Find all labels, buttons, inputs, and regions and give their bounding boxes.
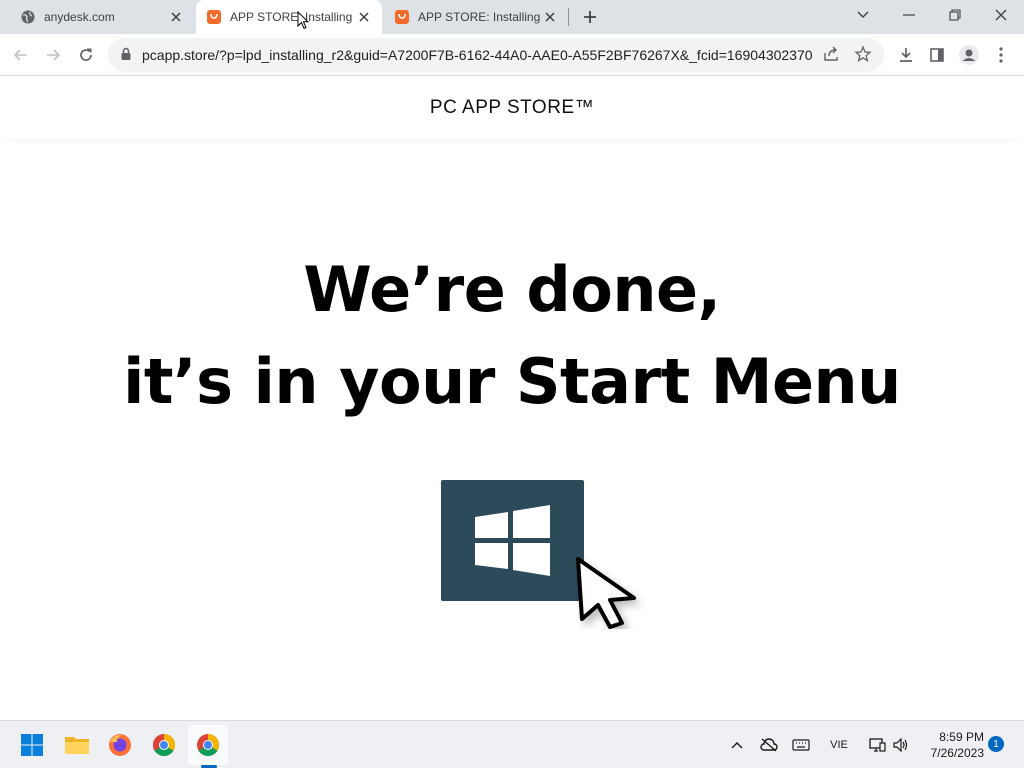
speaker-icon bbox=[893, 738, 908, 752]
close-window-button[interactable] bbox=[978, 0, 1024, 30]
tab-app-store-active[interactable]: APP STORE: Installing bbox=[196, 0, 382, 34]
show-hidden-icons-button[interactable] bbox=[726, 721, 748, 769]
start-button[interactable] bbox=[12, 725, 52, 765]
tab-separator bbox=[568, 8, 569, 26]
url-text[interactable]: pcapp.store/?p=lpd_installing_r2&guid=A7… bbox=[142, 38, 812, 72]
chrome-icon bbox=[153, 734, 175, 756]
shopping-bag-icon bbox=[206, 9, 222, 25]
mouse-pointer-icon bbox=[576, 557, 636, 629]
side-panel-button[interactable] bbox=[922, 40, 952, 70]
headline-line-2: it’s in your Start Menu bbox=[123, 345, 901, 418]
menu-kebab-icon[interactable] bbox=[986, 40, 1016, 70]
globe-icon bbox=[20, 9, 36, 25]
new-tab-button[interactable] bbox=[578, 5, 602, 29]
volume-button[interactable] bbox=[890, 721, 912, 769]
notification-badge[interactable]: 1 bbox=[988, 736, 1004, 752]
bookmark-star-icon[interactable] bbox=[854, 45, 872, 68]
tab-title: APP STORE: Installing bbox=[418, 10, 541, 24]
firefox-icon bbox=[109, 734, 131, 756]
tab-strip: anydesk.com APP STORE: Installing APP ST… bbox=[0, 0, 1024, 34]
close-icon[interactable] bbox=[356, 9, 372, 25]
language-indicator[interactable]: VIE bbox=[824, 721, 854, 769]
network-button[interactable] bbox=[864, 721, 890, 769]
site-title: PC APP STORE™ bbox=[0, 77, 1024, 139]
minimize-button[interactable] bbox=[886, 0, 932, 30]
clock[interactable]: 8:59 PM 7/26/2023 bbox=[914, 729, 984, 761]
close-icon[interactable] bbox=[542, 9, 558, 25]
browser-toolbar: pcapp.store/?p=lpd_installing_r2&guid=A7… bbox=[0, 34, 1024, 76]
taskbar: VIE 8:59 PM 7/26/2023 bbox=[0, 720, 1024, 768]
close-icon[interactable] bbox=[168, 9, 184, 25]
tab-app-store[interactable]: APP STORE: Installing bbox=[384, 0, 568, 34]
touch-keyboard-button[interactable] bbox=[790, 721, 812, 769]
tab-search-button[interactable] bbox=[840, 0, 886, 30]
windows-start-icon bbox=[21, 734, 43, 756]
headline-line-1: We’re done, bbox=[303, 253, 721, 326]
tab-title: APP STORE: Installing bbox=[230, 10, 353, 24]
lock-icon[interactable] bbox=[120, 47, 132, 66]
firefox-button[interactable] bbox=[100, 725, 140, 765]
chrome-button[interactable] bbox=[144, 725, 184, 765]
file-explorer-button[interactable] bbox=[57, 725, 97, 765]
share-icon[interactable] bbox=[822, 45, 840, 68]
onedrive-button[interactable] bbox=[758, 721, 780, 769]
back-button[interactable] bbox=[6, 40, 36, 70]
profile-avatar[interactable] bbox=[954, 40, 984, 70]
keyboard-icon bbox=[792, 739, 810, 751]
chevron-up-icon bbox=[731, 742, 743, 749]
windows-logo-icon bbox=[475, 505, 550, 576]
tab-title: anydesk.com bbox=[44, 10, 115, 24]
forward-button[interactable] bbox=[38, 40, 68, 70]
address-bar[interactable]: pcapp.store/?p=lpd_installing_r2&guid=A7… bbox=[108, 38, 884, 72]
shopping-bag-icon bbox=[394, 9, 410, 25]
chrome-icon bbox=[197, 734, 219, 756]
folder-icon bbox=[65, 737, 89, 754]
tab-anydesk[interactable]: anydesk.com bbox=[4, 0, 194, 34]
chrome-active-button[interactable] bbox=[188, 725, 228, 765]
windows-start-tile bbox=[441, 480, 584, 601]
reload-button[interactable] bbox=[71, 40, 101, 70]
downloads-button[interactable] bbox=[891, 40, 921, 70]
clock-time: 8:59 PM bbox=[939, 730, 984, 744]
web-page: PC APP STORE™ We’re done, it’s in your S… bbox=[0, 77, 1024, 720]
cloud-off-icon bbox=[760, 738, 778, 752]
network-icon bbox=[869, 738, 886, 752]
mouse-cursor-icon bbox=[297, 11, 309, 30]
clock-date: 7/26/2023 bbox=[930, 746, 984, 760]
restore-button[interactable] bbox=[932, 0, 978, 30]
